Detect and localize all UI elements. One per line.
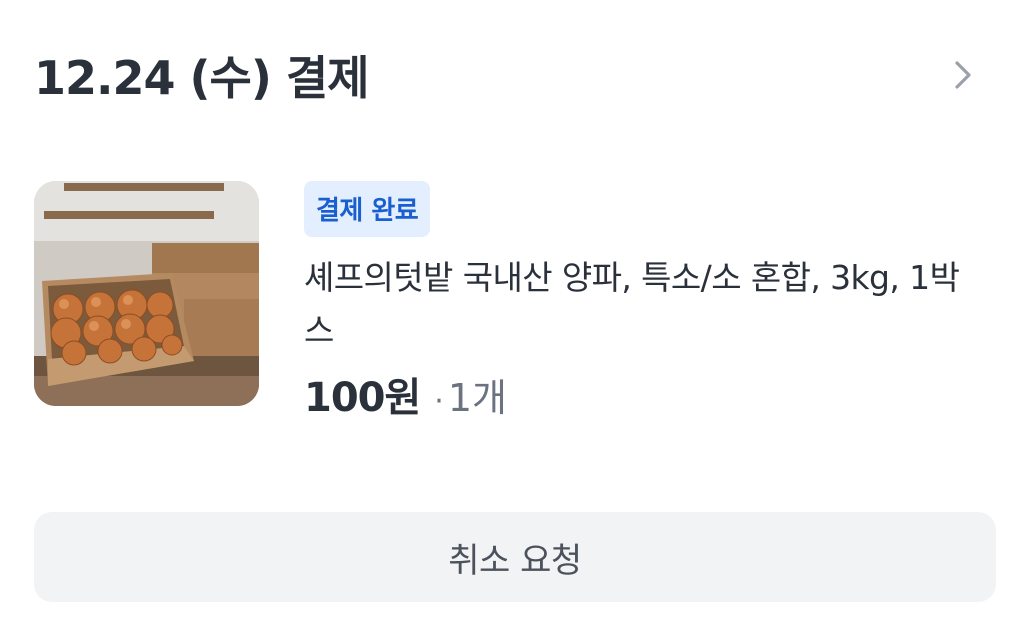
price-row: 100원 · 1개 [304, 365, 994, 423]
order-card: 12.24 (수) 결제 결제 완료 셰프의텃밭 국내산 양파, 특소/소 혼합… [0, 0, 1023, 624]
cancel-request-button[interactable]: 취소 요청 [34, 512, 996, 602]
product-quantity-group: · 1개 [434, 367, 507, 422]
product-price: 100원 [304, 375, 421, 421]
quantity-separator: · [434, 384, 444, 419]
product-quantity: 1개 [447, 376, 507, 420]
product-image[interactable] [34, 181, 259, 406]
order-item[interactable]: 결제 완료 셰프의텃밭 국내산 양파, 특소/소 혼합, 3kg, 1박스 10… [34, 181, 989, 451]
order-header[interactable]: 12.24 (수) 결제 [34, 40, 989, 110]
order-date-title: 12.24 (수) 결제 [34, 51, 370, 105]
product-name[interactable]: 셰프의텃밭 국내산 양파, 특소/소 혼합, 3kg, 1박스 [304, 251, 984, 357]
payment-status-badge: 결제 완료 [304, 181, 431, 237]
order-item-info: 결제 완료 셰프의텃밭 국내산 양파, 특소/소 혼합, 3kg, 1박스 10… [304, 181, 994, 423]
chevron-right-icon[interactable] [949, 55, 977, 95]
onion-box-illustration [34, 181, 259, 406]
